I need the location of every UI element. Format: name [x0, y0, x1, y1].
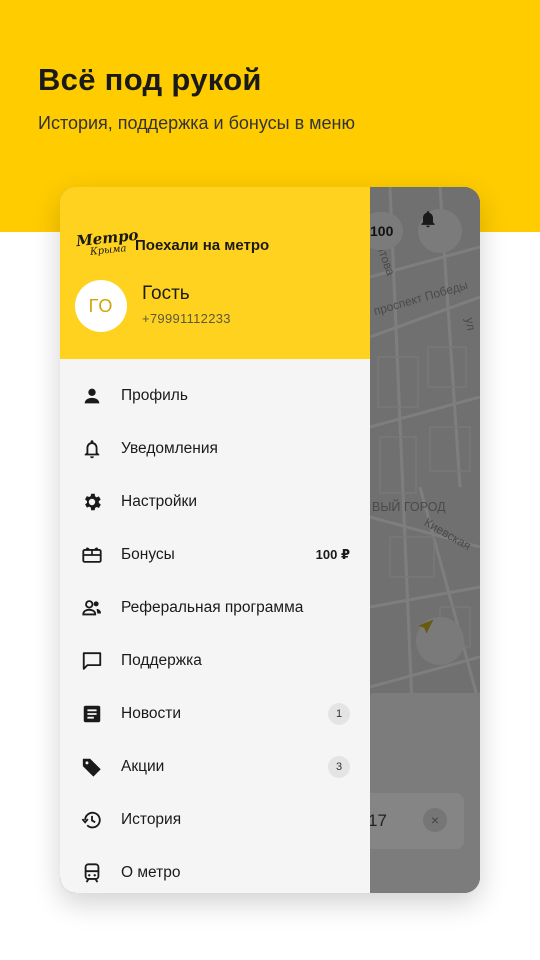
menu-item-label: Настройки — [121, 492, 198, 510]
news-count-badge: 1 — [328, 703, 350, 726]
map-bell-button[interactable] — [418, 209, 462, 253]
bell-icon — [81, 438, 103, 460]
people-icon — [81, 597, 103, 619]
menu-item-label: Профиль — [121, 386, 188, 404]
menu-item-label: Бонусы — [121, 545, 175, 563]
navigation-drawer: Метро Крыма Поехали на метро ГО Гость +7… — [60, 187, 370, 893]
locate-me-button[interactable] — [416, 617, 464, 665]
menu-item-notifications[interactable]: Уведомления — [60, 422, 370, 475]
route-card-close-button[interactable]: × — [423, 808, 447, 832]
promo-subtitle: История, поддержка и бонусы в меню — [38, 113, 355, 133]
menu-item-history[interactable]: История — [60, 794, 370, 847]
menu-item-bonuses[interactable]: Бонусы 100 ₽ — [60, 528, 370, 581]
map-street-label: ул — [462, 316, 479, 332]
person-icon — [81, 385, 103, 407]
bonus-balance: 100 ₽ — [315, 546, 350, 562]
navigation-arrow-icon — [418, 619, 434, 634]
menu-item-news[interactable]: Новости 1 — [60, 688, 370, 741]
menu-item-label: Уведомления — [121, 439, 218, 457]
route-card-value: 17 — [368, 811, 387, 830]
promotions-count-badge: 3 — [328, 756, 350, 779]
menu-item-promotions[interactable]: Акции 3 — [60, 741, 370, 794]
gift-card-icon — [81, 544, 103, 566]
user-phone: +79991112233 — [142, 311, 231, 326]
logo-subtext: Крыма — [89, 243, 128, 258]
metro-train-icon — [81, 862, 103, 884]
drawer-menu: Профиль Уведомления Настройки Бонусы 100… — [60, 369, 370, 893]
tag-icon — [81, 756, 103, 778]
phone-screen: итова проспект Победы ВЫЙ ГОРОД Киевская… — [60, 187, 480, 893]
user-name[interactable]: Гость — [142, 283, 190, 305]
menu-item-settings[interactable]: Настройки — [60, 475, 370, 528]
history-icon — [81, 809, 103, 831]
chat-icon — [81, 650, 103, 672]
menu-item-support[interactable]: Поддержка — [60, 634, 370, 687]
menu-item-profile[interactable]: Профиль — [60, 369, 370, 422]
map-district-label: ВЫЙ ГОРОД — [372, 500, 446, 514]
menu-item-referral[interactable]: Реферальная программа — [60, 581, 370, 634]
bell-icon — [421, 211, 435, 228]
news-icon — [81, 703, 103, 725]
menu-item-label: О метро — [121, 864, 181, 882]
menu-item-label: Реферальная программа — [121, 598, 304, 616]
avatar[interactable]: ГО — [75, 280, 127, 332]
drawer-header: Метро Крыма Поехали на метро ГО Гость +7… — [60, 187, 370, 359]
metro-logo: Метро Крыма — [75, 226, 139, 259]
menu-item-label: Акции — [121, 758, 165, 776]
gear-icon — [81, 491, 103, 513]
menu-item-label: История — [121, 811, 182, 829]
menu-item-label: Новости — [121, 705, 182, 723]
menu-item-label: Поддержка — [121, 652, 202, 670]
menu-item-about-metro[interactable]: О метро — [60, 847, 370, 893]
promo-title: Всё под рукой — [38, 62, 262, 97]
drawer-title: Поехали на метро — [135, 237, 270, 254]
